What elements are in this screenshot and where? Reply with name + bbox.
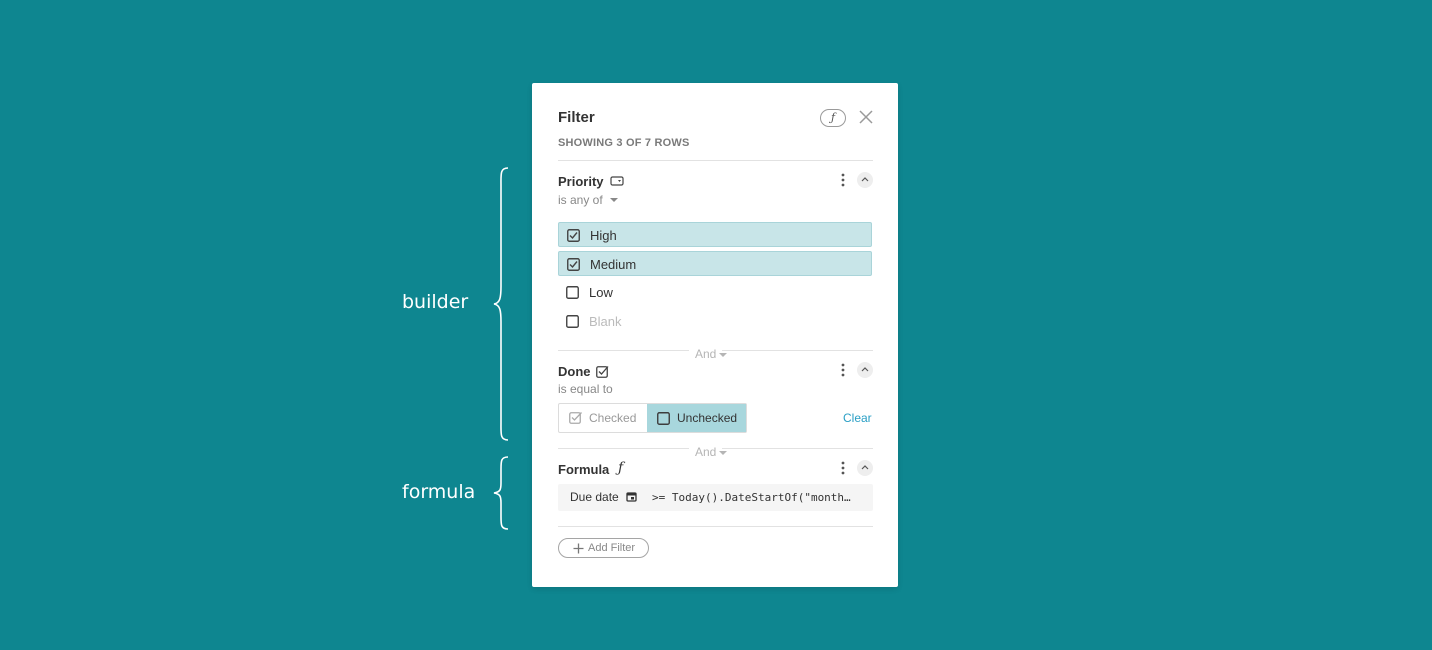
- done-operator-label: is equal to: [558, 382, 613, 396]
- option-low[interactable]: Low: [558, 280, 872, 305]
- checked-segment-button[interactable]: Checked: [559, 404, 647, 432]
- and-conjunction-dropdown[interactable]: And: [689, 443, 734, 461]
- caret-down-icon: [719, 352, 734, 358]
- formula-icon: ƒ: [618, 460, 624, 476]
- caret-down-icon: [610, 197, 619, 202]
- builder-brace-icon: [493, 167, 509, 441]
- collapse-button[interactable]: [857, 362, 873, 378]
- checkbox-unchecked-icon: [657, 412, 670, 425]
- close-icon[interactable]: [857, 108, 875, 126]
- calendar-icon: [626, 492, 637, 502]
- checkbox-checked-icon: [569, 412, 582, 424]
- divider: [558, 526, 873, 527]
- filter-panel: Filter ƒ SHOWING 3 OF 7 ROWS Priority is…: [532, 83, 898, 587]
- checked-segment-label: Checked: [589, 411, 637, 425]
- formula-condition-name: Formula: [558, 462, 610, 477]
- panel-title: Filter: [558, 109, 595, 126]
- option-medium[interactable]: Medium: [558, 251, 872, 276]
- collapse-button[interactable]: [857, 172, 873, 188]
- add-filter-label: Add Filter: [588, 542, 636, 554]
- checkbox-checked-icon: [567, 229, 580, 242]
- plus-icon: [573, 543, 584, 554]
- checked-state-segmented-control: Checked Unchecked: [558, 403, 747, 433]
- conjunction-label: And: [689, 445, 723, 459]
- more-options-icon[interactable]: [839, 363, 847, 377]
- checkbox-unchecked-icon: [566, 315, 579, 328]
- priority-condition-name: Priority: [558, 174, 604, 189]
- divider: [558, 160, 873, 161]
- more-options-icon[interactable]: [839, 461, 847, 475]
- option-label: Blank: [589, 314, 622, 329]
- chevron-up-icon: [861, 367, 869, 372]
- row-count-status: SHOWING 3 OF 7 ROWS: [558, 137, 690, 149]
- option-high[interactable]: High: [558, 222, 872, 247]
- formula-brace-icon: [493, 456, 509, 530]
- formula-expression-input[interactable]: Due date >= Today().DateStartOf("month…: [558, 484, 873, 511]
- checkbox-unchecked-icon: [566, 286, 579, 299]
- conjunction-label: And: [689, 347, 723, 361]
- and-conjunction-dropdown[interactable]: And: [689, 345, 734, 363]
- builder-annotation-label: builder: [402, 291, 469, 313]
- option-label: Medium: [590, 257, 637, 272]
- done-condition-name: Done: [558, 364, 591, 379]
- option-label: High: [590, 228, 617, 243]
- unchecked-segment-label: Unchecked: [677, 411, 738, 425]
- checkbox-checked-icon: [567, 258, 580, 271]
- add-filter-button[interactable]: Add Filter: [558, 538, 649, 558]
- clear-link[interactable]: Clear: [843, 411, 872, 425]
- priority-operator-dropdown[interactable]: is any of: [558, 191, 619, 209]
- more-options-icon[interactable]: [839, 173, 847, 187]
- option-label: Low: [589, 285, 613, 300]
- option-blank[interactable]: Blank: [558, 309, 872, 334]
- formula-annotation-label: formula: [402, 481, 476, 503]
- checkbox-field-icon: [596, 366, 609, 378]
- collapse-button[interactable]: [857, 460, 873, 476]
- caret-down-icon: [719, 450, 734, 456]
- field-token-label: Due date: [570, 490, 619, 504]
- chevron-up-icon: [861, 177, 869, 182]
- formula-mode-toggle[interactable]: ƒ: [820, 109, 846, 127]
- chevron-up-icon: [861, 465, 869, 470]
- formula-expression-text: >= Today().DateStartOf("month…: [652, 491, 851, 504]
- unchecked-segment-button[interactable]: Unchecked: [647, 404, 746, 432]
- single-select-field-icon: [610, 176, 624, 186]
- operator-label: is any of: [558, 193, 603, 207]
